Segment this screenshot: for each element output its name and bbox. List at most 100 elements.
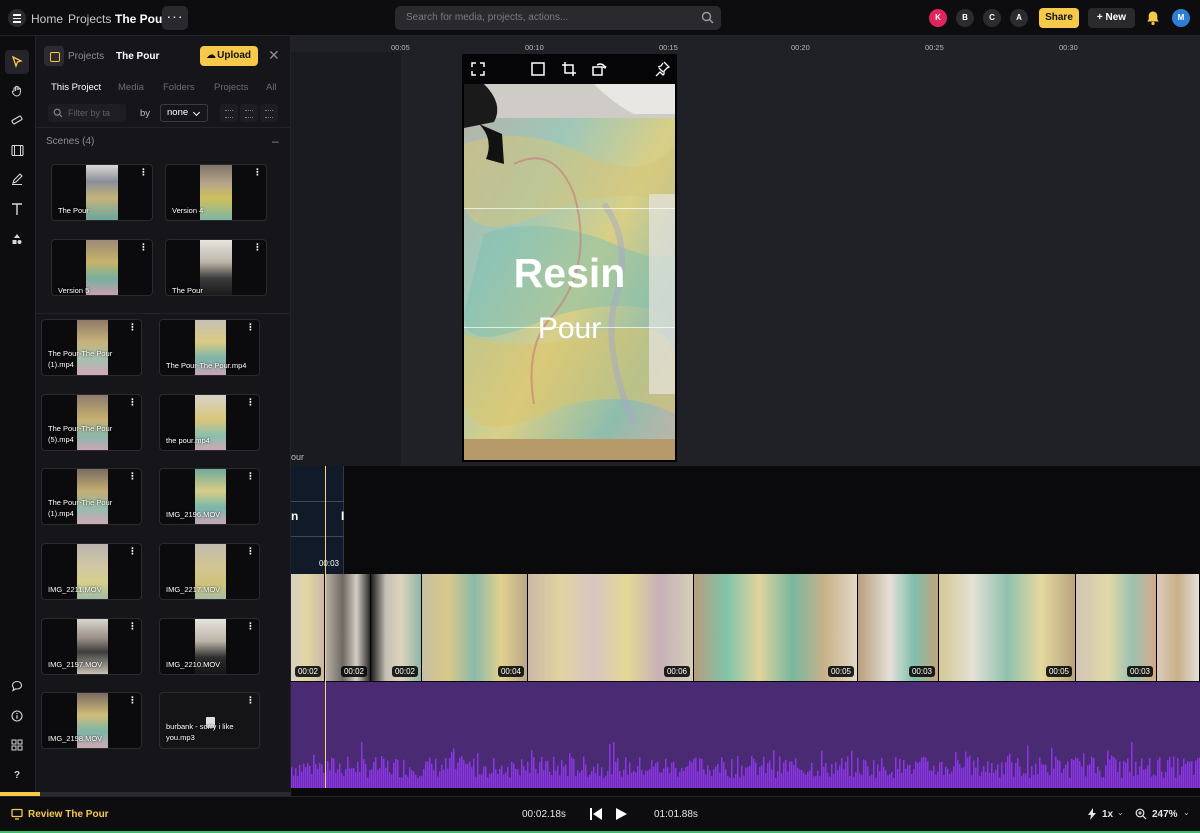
scene-menu-icon[interactable]: ⋮: [253, 243, 262, 252]
pin-icon[interactable]: [654, 61, 670, 77]
zoom-level-select[interactable]: 247%: [1152, 809, 1178, 820]
media-menu-icon[interactable]: ⋮: [128, 398, 137, 407]
media-card[interactable]: The Pour-The Pour (1).mp4 ⋮: [41, 319, 142, 376]
user-avatar[interactable]: M: [1172, 9, 1190, 27]
view-list-small-icon[interactable]: [220, 104, 238, 122]
skip-back-icon[interactable]: [589, 807, 603, 821]
media-card[interactable]: The Pour-The Pour.mp4 ⋮: [159, 319, 260, 376]
video-clip[interactable]: 00:05: [939, 574, 1076, 681]
scene-card[interactable]: The Pour ⋮: [51, 164, 153, 221]
media-menu-icon[interactable]: ⋮: [246, 547, 255, 556]
breadcrumb-home[interactable]: Home: [31, 12, 63, 26]
media-menu-icon[interactable]: ⋮: [128, 323, 137, 332]
grid-apps-icon[interactable]: [5, 733, 29, 757]
hand-pan-icon[interactable]: [5, 79, 29, 103]
media-menu-icon[interactable]: ⋮: [128, 547, 137, 556]
media-card[interactable]: IMG_2196.MOV ⋮: [159, 468, 260, 525]
video-clip[interactable]: 00:02: [371, 574, 422, 681]
media-card[interactable]: the pour.mp4 ⋮: [159, 394, 260, 451]
view-list-icon[interactable]: [260, 104, 278, 122]
video-clip[interactable]: 00:02: [291, 574, 325, 681]
media-menu-icon[interactable]: ⋮: [128, 622, 137, 631]
tab-all[interactable]: All: [266, 82, 277, 93]
collaborator-avatar-a[interactable]: A: [1010, 9, 1028, 27]
scene-card[interactable]: The Pour ⋮: [165, 239, 267, 296]
comments-icon[interactable]: [5, 674, 29, 698]
media-card[interactable]: IMG_2217.MOV ⋮: [159, 543, 260, 600]
rotate-icon[interactable]: [591, 61, 607, 77]
video-clip[interactable]: 00:05: [694, 574, 858, 681]
collaborator-avatar-b[interactable]: B: [956, 9, 974, 27]
play-icon[interactable]: [614, 807, 628, 821]
media-film-icon[interactable]: [5, 138, 29, 162]
title-text-main[interactable]: Resin: [464, 250, 675, 297]
playback-speed-select[interactable]: 1x: [1102, 809, 1113, 820]
video-clip[interactable]: 00:06: [528, 574, 694, 681]
chevron-down-icon[interactable]: ⌄: [1117, 808, 1124, 817]
razor-cut-icon[interactable]: [5, 108, 29, 132]
video-clip[interactable]: 00:03: [1076, 574, 1157, 681]
pen-draw-icon[interactable]: [5, 167, 29, 191]
collapse-scenes-icon[interactable]: –: [272, 134, 279, 148]
media-menu-icon[interactable]: ⋮: [246, 323, 255, 332]
library-breadcrumb-current[interactable]: The Pour: [116, 51, 159, 62]
text-clip[interactable]: n I 00:03: [291, 466, 344, 574]
crop-icon[interactable]: [561, 61, 577, 77]
new-button[interactable]: + New: [1088, 8, 1135, 28]
close-panel-icon[interactable]: ✕: [268, 48, 280, 62]
filter-tags-input[interactable]: Filter by ta: [48, 104, 126, 122]
search-input[interactable]: Search for media, projects, actions...: [395, 6, 721, 30]
media-card[interactable]: IMG_2197.MOV ⋮: [41, 618, 142, 675]
video-clip[interactable]: 00:02: [325, 574, 371, 681]
video-clip[interactable]: 00:03: [858, 574, 939, 681]
scene-menu-icon[interactable]: ⋮: [253, 168, 262, 177]
sort-select[interactable]: none: [160, 104, 208, 122]
video-clip[interactable]: [1157, 574, 1200, 681]
view-grid-icon[interactable]: [240, 104, 258, 122]
breadcrumb-projects[interactable]: Projects: [68, 12, 111, 26]
upload-button[interactable]: Upload: [200, 46, 258, 66]
media-card[interactable]: IMG_2211.MOV ⋮: [41, 543, 142, 600]
tab-projects[interactable]: Projects: [214, 82, 248, 93]
media-card[interactable]: The Pour-The Pour (5).mp4 ⋮: [41, 394, 142, 451]
media-menu-icon[interactable]: ⋮: [246, 622, 255, 631]
media-menu-icon[interactable]: ⋮: [246, 472, 255, 481]
help-question-icon[interactable]: ?: [5, 763, 29, 787]
media-menu-icon[interactable]: ⋮: [128, 696, 137, 705]
breadcrumb-current-project[interactable]: The Pour: [115, 12, 167, 26]
text-tool-icon[interactable]: [5, 197, 29, 221]
video-clip[interactable]: 00:04: [422, 574, 528, 681]
tab-folders[interactable]: Folders: [163, 82, 195, 93]
select-pointer-icon[interactable]: [5, 50, 29, 74]
more-options-button[interactable]: ···: [162, 6, 188, 30]
video-preview-frame[interactable]: Resin Pour: [462, 54, 677, 462]
review-link[interactable]: Review The Pour: [28, 809, 109, 820]
scene-card[interactable]: Version 4 ⋮: [165, 164, 267, 221]
media-menu-icon[interactable]: ⋮: [246, 696, 255, 705]
info-icon[interactable]: [5, 704, 29, 728]
media-menu-icon[interactable]: ⋮: [128, 472, 137, 481]
collaborator-avatar-k[interactable]: K: [929, 9, 947, 27]
scene-card[interactable]: Version 5 ⋮: [51, 239, 153, 296]
media-menu-icon[interactable]: ⋮: [246, 398, 255, 407]
notification-bell-icon[interactable]: [1145, 10, 1161, 26]
tab-media[interactable]: Media: [118, 82, 144, 93]
library-breadcrumb-projects[interactable]: Projects: [68, 51, 104, 62]
library-panel-icon[interactable]: [44, 46, 64, 66]
tab-this-project[interactable]: This Project: [51, 82, 101, 93]
audio-clip[interactable]: [291, 682, 1200, 788]
chevron-down-icon[interactable]: ⌄: [1183, 808, 1190, 817]
canvas-size-icon[interactable]: [530, 61, 546, 77]
media-card[interactable]: IMG_2198.MOV ⋮: [41, 692, 142, 749]
media-card[interactable]: The Pour-The Pour (1).mp4 ⋮: [41, 468, 142, 525]
shapes-elements-icon[interactable]: [5, 227, 29, 251]
media-card[interactable]: IMG_2210.MOV ⋮: [159, 618, 260, 675]
fullscreen-icon[interactable]: [470, 61, 486, 77]
hamburger-menu-icon[interactable]: [8, 9, 26, 27]
title-text-sub[interactable]: Pour: [464, 312, 675, 346]
scene-menu-icon[interactable]: ⋮: [139, 243, 148, 252]
media-card-audio[interactable]: burbank - sorry i like you.mp3 ⋮: [159, 692, 260, 749]
scene-menu-icon[interactable]: ⋮: [139, 168, 148, 177]
collaborator-avatar-c[interactable]: C: [983, 9, 1001, 27]
share-button[interactable]: Share: [1039, 8, 1079, 28]
